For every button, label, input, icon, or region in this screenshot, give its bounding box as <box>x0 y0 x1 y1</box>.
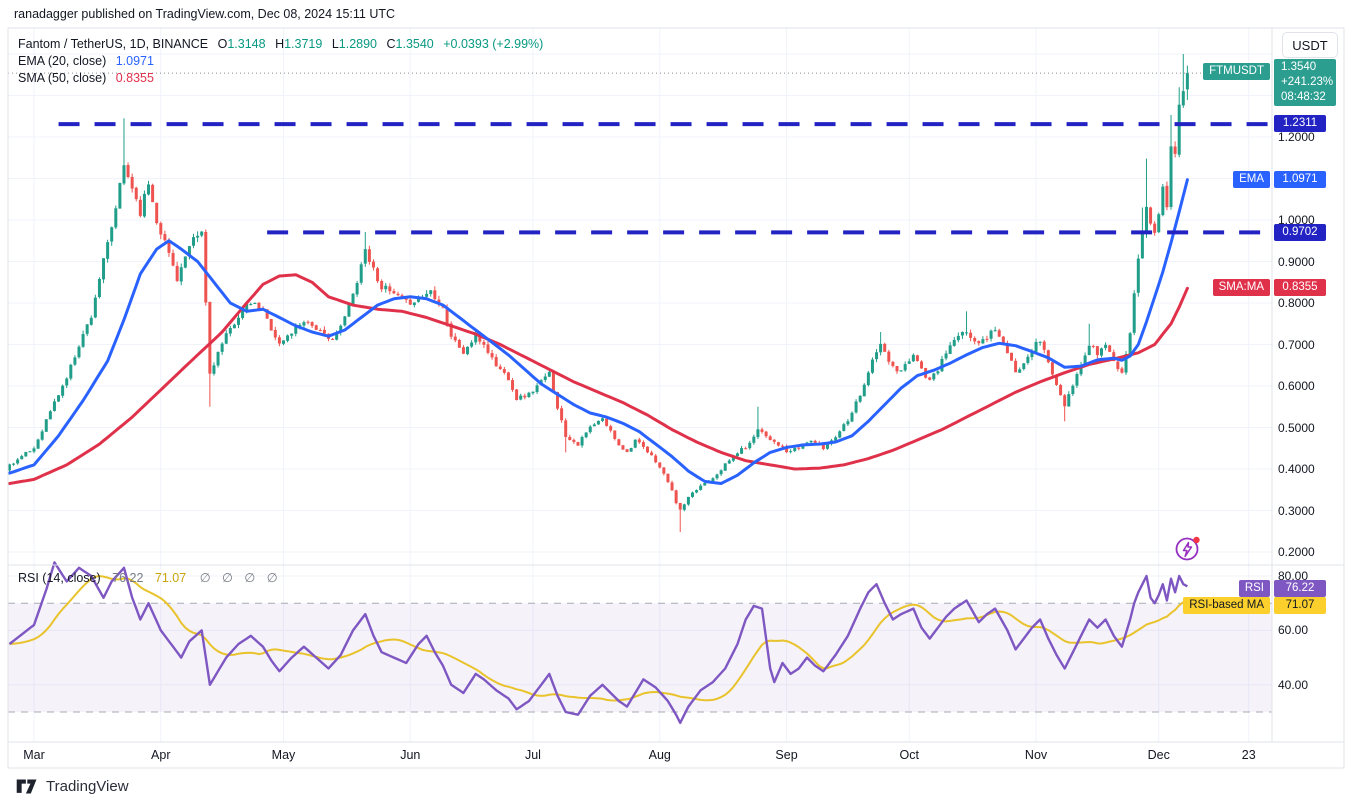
boost-button[interactable] <box>1174 534 1202 562</box>
close-value: C1.3540 <box>386 37 433 51</box>
chart-canvas[interactable] <box>0 0 1350 802</box>
rsi-ma-legend-value: 71.07 <box>155 571 186 585</box>
time-tick-label: Sep <box>775 748 797 762</box>
change-value: +0.0393 (+2.99%) <box>443 37 543 51</box>
price-tick-label: 1.2000 <box>1278 130 1315 144</box>
rsi-legend-value: 76.22 <box>112 571 143 585</box>
price-tick-label: 0.6000 <box>1278 379 1315 393</box>
tradingview-logo-text: TradingView <box>46 778 129 795</box>
symbol-title: Fantom / TetherUS, 1D, BINANCE <box>18 37 208 51</box>
rsi-tick-label: 80.00 <box>1278 569 1308 583</box>
main-legend: Fantom / TetherUS, 1D, BINANCE O1.3148 H… <box>18 36 543 86</box>
price-axis-panel[interactable]: USDT 1.3540 +241.23% 08:48:32 1.2311 1.0… <box>1272 28 1344 768</box>
symbol-price-flag: FTMUSDT <box>1203 63 1270 80</box>
price-tick-label: 0.4000 <box>1278 462 1315 476</box>
rsi-legend-label: RSI (14, close) <box>18 571 101 585</box>
last-price: 1.3540 <box>1281 60 1336 75</box>
rsi-ma-flag: RSI-based MA <box>1183 597 1270 614</box>
rsi-flag: RSI <box>1239 580 1270 597</box>
time-tick-label: Apr <box>151 748 170 762</box>
symbol-legend-row[interactable]: Fantom / TetherUS, 1D, BINANCE O1.3148 H… <box>18 36 543 52</box>
price-tick-label: 1.0000 <box>1278 213 1315 227</box>
ema-price-label: 1.0971 <box>1274 171 1326 188</box>
sma-legend-label: SMA (50, close) <box>18 71 106 85</box>
ema-legend-label: EMA (20, close) <box>18 54 106 68</box>
ema-flag: EMA <box>1233 171 1270 188</box>
rsi-empty-band-values: ∅ ∅ ∅ ∅ <box>200 571 282 585</box>
low-value: L1.2890 <box>332 37 377 51</box>
sma-price-label: 0.8355 <box>1274 279 1326 296</box>
time-axis-panel[interactable]: Mar Apr May Jun Jul Aug Sep Oct Nov Dec 23 <box>0 742 1350 768</box>
tradingview-chart-page: ranadagger published on TradingView.com,… <box>0 0 1350 802</box>
time-tick-label: Dec <box>1148 748 1170 762</box>
price-tick-label: 0.2000 <box>1278 545 1315 559</box>
time-tick-label: May <box>272 748 296 762</box>
time-tick-label: Nov <box>1025 748 1047 762</box>
sma-legend-value: 0.8355 <box>116 71 154 85</box>
rsi-tick-label: 40.00 <box>1278 678 1308 692</box>
tradingview-logo-icon <box>16 778 40 795</box>
sma-legend-row[interactable]: SMA (50, close) 0.8355 <box>18 70 543 86</box>
high-value: H1.3719 <box>275 37 322 51</box>
time-tick-label: Jul <box>525 748 541 762</box>
ema-legend-row[interactable]: EMA (20, close) 1.0971 <box>18 53 543 69</box>
price-tick-label: 0.9000 <box>1278 255 1315 269</box>
rsi-legend-row[interactable]: RSI (14, close) 76.22 71.07 ∅ ∅ ∅ ∅ <box>18 570 282 585</box>
time-tick-label: Mar <box>23 748 45 762</box>
ema-legend-value: 1.0971 <box>116 54 154 68</box>
bar-countdown: 08:48:32 <box>1281 90 1336 105</box>
rsi-ma-value-label: 71.07 <box>1274 597 1326 614</box>
tradingview-footer[interactable]: TradingView <box>16 775 129 797</box>
price-tick-label: 0.8000 <box>1278 296 1315 310</box>
time-tick-label: 23 <box>1242 748 1256 762</box>
time-tick-label: Oct <box>900 748 919 762</box>
lightning-icon <box>1174 534 1202 562</box>
time-tick-label: Jun <box>400 748 420 762</box>
sma-flag: SMA:MA <box>1213 279 1270 296</box>
time-tick-label: Aug <box>649 748 671 762</box>
price-tick-label: 0.7000 <box>1278 338 1315 352</box>
price-tick-label: 0.3000 <box>1278 504 1315 518</box>
currency-toggle-button[interactable]: USDT <box>1282 32 1338 58</box>
last-price-block: 1.3540 +241.23% 08:48:32 <box>1274 59 1336 106</box>
rsi-tick-label: 60.00 <box>1278 623 1308 637</box>
open-value: O1.3148 <box>218 37 266 51</box>
price-tick-label: 0.5000 <box>1278 421 1315 435</box>
last-change-pct: +241.23% <box>1281 75 1336 90</box>
